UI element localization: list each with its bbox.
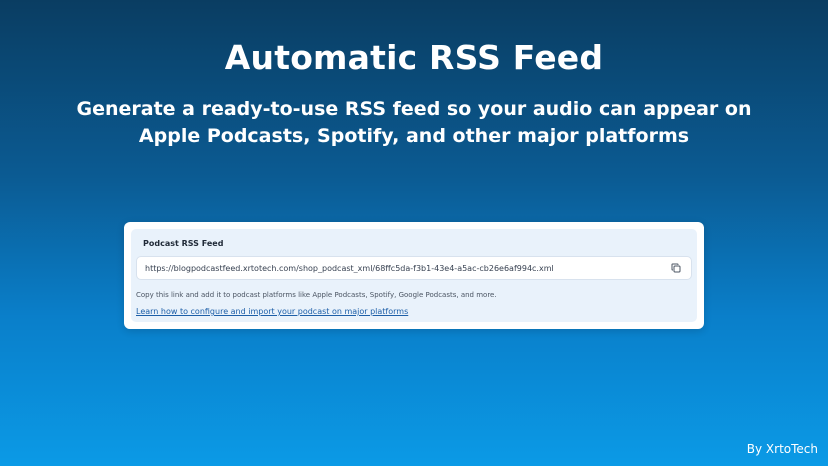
feed-help-text: Copy this link and add it to podcast pla… [136,291,497,299]
brand-credit: By XrtoTech [746,442,818,456]
feed-url-field[interactable]: https://blogpodcastfeed.xrtotech.com/sho… [136,256,692,280]
subtitle-line-1: Generate a ready-to-use RSS feed so your… [76,98,752,120]
rss-feed-card: Podcast RSS Feed https://blogpodcastfeed… [124,222,704,329]
page-subtitle: Generate a ready-to-use RSS feed so your… [40,96,788,150]
page-title: Automatic RSS Feed [224,38,604,77]
rss-feed-panel: Podcast RSS Feed https://blogpodcastfeed… [131,229,697,322]
subtitle-line-2: Apple Podcasts, Spotify, and other major… [138,125,690,147]
copy-button[interactable] [669,261,683,275]
learn-more-link[interactable]: Learn how to configure and import your p… [136,307,408,316]
feed-url-text[interactable]: https://blogpodcastfeed.xrtotech.com/sho… [145,264,669,273]
feed-label: Podcast RSS Feed [143,239,224,248]
copy-icon [671,263,681,273]
